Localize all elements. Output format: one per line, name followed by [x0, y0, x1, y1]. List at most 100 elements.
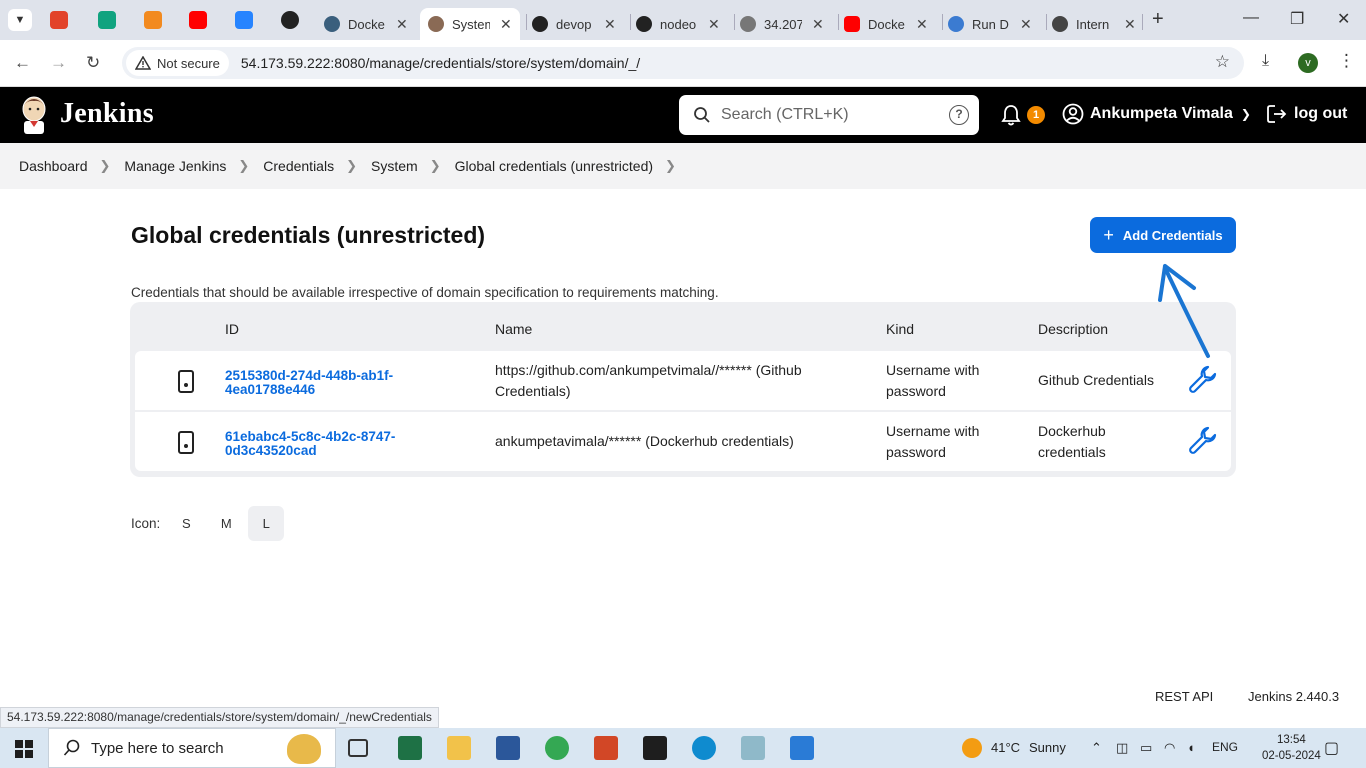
wrench-icon[interactable] — [1188, 365, 1220, 397]
back-button[interactable]: ← — [14, 53, 31, 73]
taskbar-search-box[interactable]: Type here to search — [48, 728, 336, 768]
url-text[interactable]: 54.173.59.222:8080/manage/credentials/st… — [241, 55, 640, 71]
bookmark-star-icon[interactable]: ☆ — [1215, 52, 1230, 72]
tab-docker-youtube[interactable]: Docke ✕ — [844, 8, 928, 40]
bell-icon[interactable] — [1000, 104, 1022, 126]
excel-icon[interactable] — [398, 736, 422, 760]
forward-button[interactable]: → — [50, 53, 67, 73]
close-tab-icon[interactable]: ✕ — [916, 16, 928, 33]
address-bar[interactable]: Not secure 54.173.59.222:8080/manage/cre… — [122, 47, 1244, 79]
credential-id-link[interactable]: 61ebabc4-5c8c-4b2c-8747- 0d3c43520cad — [225, 430, 395, 458]
github-pinned-tab-icon[interactable] — [281, 11, 299, 29]
reload-button[interactable]: ↻ — [86, 53, 100, 73]
search-input[interactable] — [721, 106, 941, 124]
youtube-tab-icon — [844, 16, 860, 32]
notifications-icon[interactable]: ▢ — [1324, 738, 1339, 758]
profile-avatar[interactable]: v — [1298, 53, 1318, 73]
clock[interactable]: 13:54 02-05-2024 — [1262, 732, 1321, 764]
windows-start-icon[interactable] — [15, 740, 33, 758]
tab-run-d[interactable]: Run D ✕ — [948, 8, 1032, 40]
weather-icon[interactable] — [962, 738, 982, 758]
credential-name: https://github.com/ankumpetvimala//*****… — [495, 362, 802, 399]
chevron-up-icon[interactable]: ⌃ — [1091, 740, 1102, 756]
close-tab-icon[interactable]: ✕ — [396, 16, 408, 33]
user-icon — [1062, 103, 1084, 125]
column-header-kind[interactable]: Kind — [886, 321, 914, 337]
status-bar-url: 54.173.59.222:8080/manage/credentials/st… — [0, 707, 439, 728]
close-tab-icon[interactable]: ✕ — [604, 16, 616, 33]
search-icon — [63, 739, 80, 756]
tab-nodeo[interactable]: nodeo ✕ — [636, 8, 720, 40]
chevron-right-icon: ❯ — [346, 158, 357, 173]
powerpoint-icon[interactable] — [594, 736, 618, 760]
tab-docker-1[interactable]: Docke ✕ — [324, 8, 408, 40]
restore-button[interactable]: ❐ — [1290, 9, 1304, 29]
rest-api-link[interactable]: REST API — [1155, 689, 1213, 704]
file-explorer-icon[interactable] — [447, 736, 471, 760]
icon-size-selector: Icon: S M L — [131, 506, 285, 541]
icon-size-medium[interactable]: M — [208, 506, 244, 541]
icon-size-large[interactable]: L — [248, 506, 285, 541]
globe-tab-icon — [740, 16, 756, 32]
security-chip[interactable]: Not secure — [126, 50, 229, 76]
jenkins-brand[interactable]: Jenkins — [60, 98, 154, 130]
wrench-icon[interactable] — [1188, 426, 1220, 458]
jenkins-logo-icon[interactable] — [18, 95, 50, 135]
browser-menu-icon[interactable]: ⋮ — [1338, 51, 1355, 71]
user-menu[interactable]: Ankumpeta Vimala ❯ — [1062, 103, 1251, 125]
tab-intern[interactable]: Intern ✕ — [1052, 8, 1136, 40]
language-indicator[interactable]: ENG — [1212, 740, 1238, 754]
logout-button[interactable]: log out — [1266, 103, 1347, 125]
breadcrumb-manage-jenkins[interactable]: Manage Jenkins — [124, 158, 226, 174]
column-header-id[interactable]: ID — [225, 321, 239, 337]
volume-icon[interactable]: ◖ — [1187, 740, 1195, 755]
breadcrumb-system[interactable]: System — [371, 158, 418, 174]
notification-badge[interactable]: 1 — [1027, 106, 1045, 124]
close-tab-icon[interactable]: ✕ — [708, 16, 720, 33]
jenkins-version[interactable]: Jenkins 2.440.3 — [1248, 689, 1339, 704]
close-tab-icon[interactable]: ✕ — [1020, 16, 1032, 33]
task-view-icon[interactable] — [348, 739, 368, 757]
gitlab-pinned-tab-icon[interactable] — [50, 11, 68, 29]
aws-pinned-tab-icon[interactable] — [144, 11, 162, 29]
photos-icon[interactable] — [790, 736, 814, 760]
terminal-icon[interactable] — [643, 736, 667, 760]
new-tab-button[interactable]: + — [1152, 8, 1164, 31]
tab-ip[interactable]: 34.207 ✕ — [740, 8, 824, 40]
close-tab-icon[interactable]: ✕ — [500, 16, 512, 33]
app-icon[interactable] — [741, 736, 765, 760]
close-tab-icon[interactable]: ✕ — [1124, 16, 1136, 33]
wifi-icon[interactable]: ◠ — [1164, 740, 1175, 756]
youtube-pinned-tab-icon[interactable] — [189, 11, 207, 29]
download-icon[interactable]: ⤓ — [1262, 52, 1269, 70]
chrome-icon[interactable] — [545, 736, 569, 760]
jenkins-search-box[interactable]: ? — [679, 95, 979, 135]
tab-search-button[interactable]: ▼ — [8, 9, 32, 31]
close-window-button[interactable]: ✕ — [1337, 9, 1350, 29]
column-header-name[interactable]: Name — [495, 321, 532, 337]
help-icon[interactable]: ? — [949, 105, 969, 125]
tab-system-active[interactable]: System ✕ — [420, 8, 520, 40]
close-tab-icon[interactable]: ✕ — [812, 16, 824, 33]
add-credentials-button[interactable]: + Add Credentials — [1090, 217, 1236, 253]
network-icon[interactable]: ◫ — [1116, 740, 1128, 756]
confluence-pinned-tab-icon[interactable] — [235, 11, 253, 29]
chevron-right-icon[interactable]: ❯ — [665, 158, 676, 174]
weather-temp[interactable]: 41°C — [991, 740, 1020, 755]
breadcrumb-global-credentials[interactable]: Global credentials (unrestricted) — [455, 158, 653, 174]
minimize-button[interactable]: — — [1243, 9, 1259, 27]
edge-icon[interactable] — [692, 736, 716, 760]
icon-size-small[interactable]: S — [168, 506, 204, 541]
weather-text[interactable]: Sunny — [1029, 740, 1066, 755]
tab-devops[interactable]: devop ✕ — [532, 8, 616, 40]
breadcrumb-dashboard[interactable]: Dashboard — [19, 158, 88, 174]
column-header-description[interactable]: Description — [1038, 321, 1108, 337]
word-icon[interactable] — [496, 736, 520, 760]
battery-icon[interactable]: ▭ — [1140, 740, 1152, 756]
credential-id-link[interactable]: 2515380d-274d-448b-ab1f- 4ea01788e446 — [225, 369, 393, 397]
breadcrumb: Dashboard ❯ Manage Jenkins ❯ Credentials ❯ … — [0, 143, 1366, 189]
chatgpt-pinned-tab-icon[interactable] — [98, 11, 116, 29]
annotation-arrow — [1158, 264, 1210, 358]
logout-icon — [1267, 105, 1287, 123]
breadcrumb-credentials[interactable]: Credentials — [263, 158, 334, 174]
